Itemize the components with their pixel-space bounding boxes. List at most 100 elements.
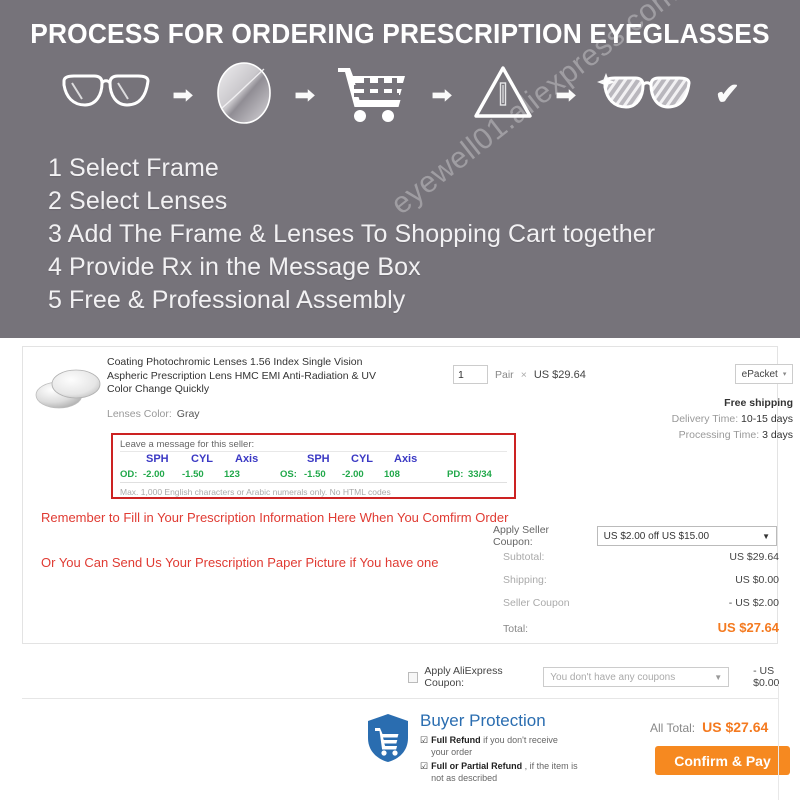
all-total-label: All Total: <box>650 721 696 735</box>
seller-message-label: Leave a message for this seller: <box>120 439 255 450</box>
rx-header-os-cyl: CYL <box>351 453 373 465</box>
shield-cart-icon <box>366 712 410 769</box>
order-item-card: Coating Photochromic Lenses 1.56 Index S… <box>22 346 793 644</box>
seller-coupon-discount-label: Seller Coupon <box>503 597 570 609</box>
total-row-total: Total: US $27.64 <box>503 620 779 643</box>
delivery-time-label: Delivery Time: <box>671 413 739 425</box>
process-step: 1 Select Frame <box>48 154 219 182</box>
total-amount: US $27.64 <box>717 620 779 635</box>
prescription-alternative-note: Or You Can Send Us Your Prescription Pap… <box>41 555 439 570</box>
confirm-and-pay-button[interactable]: Confirm & Pay <box>655 746 790 775</box>
arrow-right-icon: ➡ <box>295 83 316 107</box>
rx-od-axis: 123 <box>224 469 240 480</box>
finished-eyeglasses-icon <box>596 69 693 122</box>
buyer-protection-item-rest: if you don't receive <box>480 735 558 745</box>
arrow-right-icon: ➡ <box>172 83 194 107</box>
free-shipping-label: Free shipping <box>724 397 793 409</box>
checkbox-checked-icon: ☑ <box>420 735 429 745</box>
seller-message-hint: Max. 1,000 English characters or Arabic … <box>120 487 391 497</box>
shipping-amount: US $0.00 <box>735 574 779 586</box>
buyer-protection-item-sub: not as described <box>431 773 498 783</box>
lens-icon <box>214 60 274 131</box>
buyer-protection-item: ☑ Full Refund if you don't receive your o… <box>420 734 578 758</box>
chevron-down-icon: ▼ <box>762 531 770 541</box>
buyer-protection-item-bold: Full Refund <box>431 735 481 745</box>
seller-coupon-discount-amount: - US $2.00 <box>728 597 779 609</box>
aliexpress-coupon-select[interactable]: You don't have any coupons ▼ <box>543 667 730 687</box>
apply-aliexpress-coupon-checkbox[interactable] <box>408 671 419 683</box>
chevron-down-icon: ▼ <box>714 672 723 682</box>
seller-coupon-label: Apply Seller Coupon: <box>493 524 550 548</box>
delivery-time-value: 10-15 days <box>741 413 793 425</box>
shipping-method-select[interactable]: ePacket ▾ <box>735 364 793 384</box>
process-step: 4 Provide Rx in the Message Box <box>48 253 421 281</box>
process-icon-row: ➡ ➡ ➡ ➡ ✔ <box>60 58 740 132</box>
eyeglasses-icon <box>60 71 152 120</box>
arrow-right-icon: ➡ <box>555 83 576 107</box>
rx-od-cyl: -1.50 <box>182 469 204 480</box>
buyer-protection-item-text: Full or Partial Refund , if the item is n… <box>431 760 578 784</box>
prescription-reminder-note: Remember to Fill in Your Prescription In… <box>41 510 509 525</box>
total-row-seller-coupon: Seller Coupon - US $2.00 <box>503 597 779 620</box>
rx-od-label: OD: <box>120 469 138 480</box>
product-info: Coating Photochromic Lenses 1.56 Index S… <box>107 356 397 420</box>
prescription-entry[interactable]: SPH CYL Axis SPH CYL Axis OD: -2.00 -1.5… <box>120 451 507 483</box>
rx-os-sph: -1.50 <box>304 469 326 480</box>
aliexpress-coupon-placeholder: You don't have any coupons <box>550 671 676 683</box>
shipping-info: Free shipping Delivery Time: 10-15 days … <box>523 395 793 443</box>
all-total-amount: US $27.64 <box>702 719 769 735</box>
subtotal-amount: US $29.64 <box>729 551 779 563</box>
rx-header-os-sph: SPH <box>307 453 330 465</box>
order-panel: Coating Photochromic Lenses 1.56 Index S… <box>0 338 800 800</box>
buyer-protection-item: ☑ Full or Partial Refund , if the item i… <box>420 760 578 784</box>
processing-time-label: Processing Time: <box>678 429 760 441</box>
subtotal-label: Subtotal: <box>503 551 545 563</box>
product-title[interactable]: Coating Photochromic Lenses 1.56 Index S… <box>107 356 397 397</box>
shopping-cart-icon <box>336 62 410 129</box>
rx-os-cyl: -2.00 <box>342 469 364 480</box>
buyer-protection-item-sub: your order <box>431 747 473 757</box>
buyer-protection-title: Buyer Protection <box>420 711 546 730</box>
rx-os-label: OS: <box>280 469 297 480</box>
quantity-input[interactable] <box>453 365 488 384</box>
seller-coupon-row: Apply Seller Coupon: US $2.00 off US $15… <box>493 524 777 548</box>
shipping-method-value: ePacket <box>741 368 778 380</box>
all-total-row: All Total: US $27.64 <box>650 719 768 735</box>
process-step: 2 Select Lenses <box>48 187 228 215</box>
arrow-right-icon: ➡ <box>431 83 452 107</box>
warning-triangle-icon <box>472 63 534 128</box>
seller-message-box[interactable]: Leave a message for this seller: SPH CYL… <box>111 433 516 499</box>
aliexpress-coupon-amount: - US $0.00 <box>753 665 780 689</box>
rx-od-sph: -2.00 <box>143 469 165 480</box>
seller-coupon-select[interactable]: US $2.00 off US $15.00 ▼ <box>596 526 777 546</box>
rx-header-od-axis: Axis <box>235 453 259 465</box>
right-rule <box>778 684 779 800</box>
aliexpress-coupon-row: Apply AliExpress Coupon: You don't have … <box>408 665 800 689</box>
order-totals: Subtotal: US $29.64 Shipping: US $0.00 S… <box>503 551 779 643</box>
quantity-unit: Pair <box>495 368 514 381</box>
process-steps-list: 1 Select Frame 2 Select Lenses 3 Add The… <box>48 152 655 317</box>
apply-aliexpress-coupon-label: Apply AliExpress Coupon: <box>424 665 503 689</box>
banner-title: PROCESS FOR ORDERING PRESCRIPTION EYEGLA… <box>30 18 770 49</box>
process-step: 5 Free & Professional Assembly <box>48 286 406 314</box>
buyer-protection-item-rest: , if the item is <box>522 761 578 771</box>
buyer-protection-item-bold: Full or Partial Refund <box>431 761 523 771</box>
processing-time-value: 3 days <box>762 429 793 441</box>
buyer-protection-block: Buyer Protection ☑ Full Refund if you do… <box>366 710 578 784</box>
buyer-protection-item-text: Full Refund if you don't receive your ord… <box>431 734 558 758</box>
total-row-shipping: Shipping: US $0.00 <box>503 574 779 597</box>
rx-pd-label: PD: <box>447 469 464 480</box>
multiply-symbol: × <box>520 368 527 381</box>
delivery-time-row: Delivery Time: 10-15 days <box>523 411 793 427</box>
rx-header-od-sph: SPH <box>146 453 169 465</box>
process-banner: PROCESS FOR ORDERING PRESCRIPTION EYEGLA… <box>0 0 800 338</box>
process-step: 3 Add The Frame & Lenses To Shopping Car… <box>48 220 656 248</box>
section-divider <box>22 698 778 699</box>
rx-os-axis: 108 <box>384 469 400 480</box>
checkbox-checked-icon: ☑ <box>420 761 429 771</box>
checkmark-icon: ✔ <box>714 78 740 111</box>
lenses-color-value: Gray <box>176 407 200 420</box>
total-row-subtotal: Subtotal: US $29.64 <box>503 551 779 574</box>
quantity-block: Pair × US $29.64 <box>453 365 586 384</box>
total-label: Total: <box>503 623 529 635</box>
